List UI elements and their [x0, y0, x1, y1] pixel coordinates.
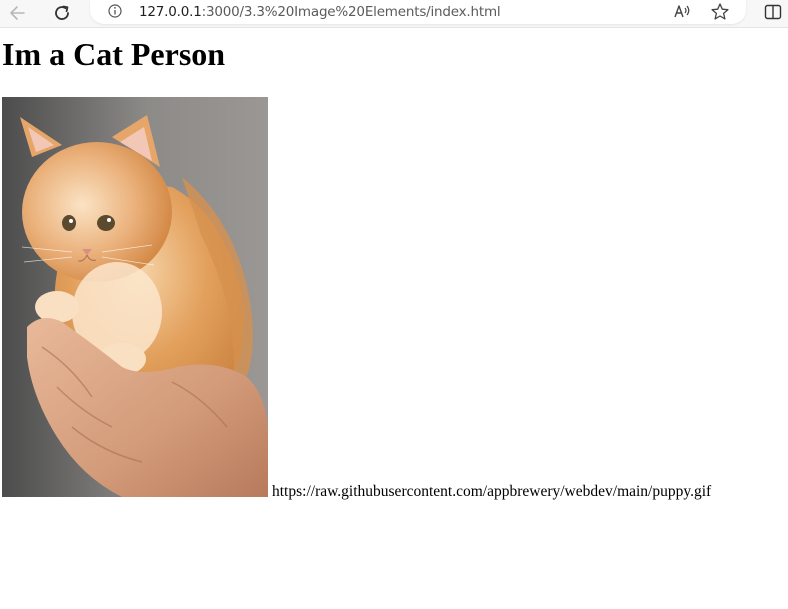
page-content: Im a Cat Person https://raw.githubuserco… — [0, 28, 788, 609]
cat-image — [2, 97, 268, 497]
split-screen-icon[interactable] — [764, 4, 782, 20]
reload-button[interactable] — [50, 2, 74, 24]
kitten-photo — [2, 97, 268, 497]
back-button[interactable] — [6, 2, 30, 24]
url-text[interactable]: 127.0.0.1:3000/3.3%20Image%20Elements/in… — [139, 4, 501, 20]
address-bar[interactable]: 127.0.0.1:3000/3.3%20Image%20Elements/in… — [90, 0, 746, 24]
browser-toolbar: 127.0.0.1:3000/3.3%20Image%20Elements/in… — [0, 0, 788, 28]
page-title: Im a Cat Person — [2, 36, 226, 72]
arrow-left-icon — [10, 6, 25, 20]
read-aloud-glyph — [674, 5, 690, 18]
star-icon[interactable] — [710, 2, 730, 22]
url-host: 127.0.0.1 — [139, 4, 202, 20]
broken-image-alt-text: https://raw.githubusercontent.com/appbre… — [272, 483, 712, 500]
url-path: :3000/3.3%20Image%20Elements/index.html — [201, 4, 501, 20]
info-icon[interactable] — [108, 4, 122, 18]
read-aloud-icon[interactable] — [673, 3, 691, 21]
reload-icon — [55, 5, 69, 20]
